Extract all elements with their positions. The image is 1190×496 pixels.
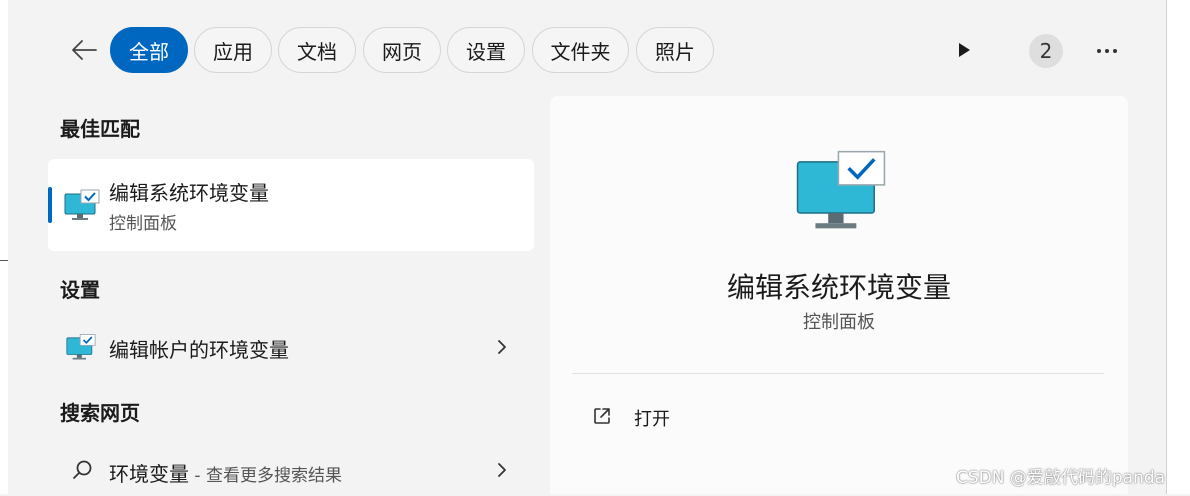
external-link-icon	[594, 408, 610, 424]
back-button[interactable]	[64, 30, 104, 70]
chevron-right-icon	[490, 335, 514, 359]
count-badge[interactable]: 2	[1029, 34, 1063, 68]
monitor-check-icon	[64, 189, 100, 220]
detail-pane: 编辑系统环境变量 控制面板 打开	[550, 96, 1128, 494]
play-icon	[959, 43, 970, 57]
chevron-right-icon	[490, 458, 514, 482]
filter-documents[interactable]: 文档	[278, 27, 356, 73]
open-action-label: 打开	[634, 409, 670, 430]
detail-subtitle: 控制面板	[803, 312, 875, 333]
open-action[interactable]: 打开	[572, 394, 1104, 440]
detail-title: 编辑系统环境变量	[726, 271, 951, 304]
filter-all[interactable]: 全部	[110, 27, 188, 73]
web-search-suffix: - 查看更多搜索结果	[189, 466, 342, 486]
search-panel: 全部 应用 文档 网页 设置 文件夹 照片 2 最佳匹配 编辑系统环境变量 控制…	[8, 0, 1166, 494]
settings-result[interactable]: 编辑帐户的环境变量	[48, 321, 534, 373]
watermark: CSDN @爱敲代码的panda	[956, 468, 1166, 488]
filter-settings[interactable]: 设置	[447, 27, 525, 73]
web-search-query: 环境变量	[109, 462, 189, 486]
filter-photos[interactable]: 照片	[636, 27, 714, 73]
monitor-check-icon	[796, 150, 886, 229]
filter-folders[interactable]: 文件夹	[532, 27, 629, 73]
section-settings: 设置	[60, 278, 100, 302]
play-button[interactable]	[950, 36, 978, 64]
background-window-right-edge	[1166, 0, 1190, 494]
section-web-search: 搜索网页	[60, 401, 140, 425]
more-horizontal-icon	[1097, 49, 1117, 53]
filter-apps[interactable]: 应用	[194, 27, 272, 73]
more-button[interactable]	[1090, 34, 1124, 68]
divider	[572, 373, 1104, 374]
selection-indicator	[48, 187, 52, 223]
settings-result-title: 编辑帐户的环境变量	[109, 338, 289, 362]
monitor-check-icon	[66, 334, 96, 360]
search-icon	[73, 460, 92, 479]
web-search-result[interactable]: 环境变量 - 查看更多搜索结果	[48, 444, 534, 496]
arrow-left-icon	[72, 40, 97, 60]
best-match-subtitle: 控制面板	[109, 214, 177, 234]
best-match-result[interactable]: 编辑系统环境变量 控制面板	[48, 159, 534, 251]
best-match-title: 编辑系统环境变量	[109, 181, 269, 205]
filter-web[interactable]: 网页	[363, 27, 441, 73]
section-best-match: 最佳匹配	[60, 117, 140, 141]
